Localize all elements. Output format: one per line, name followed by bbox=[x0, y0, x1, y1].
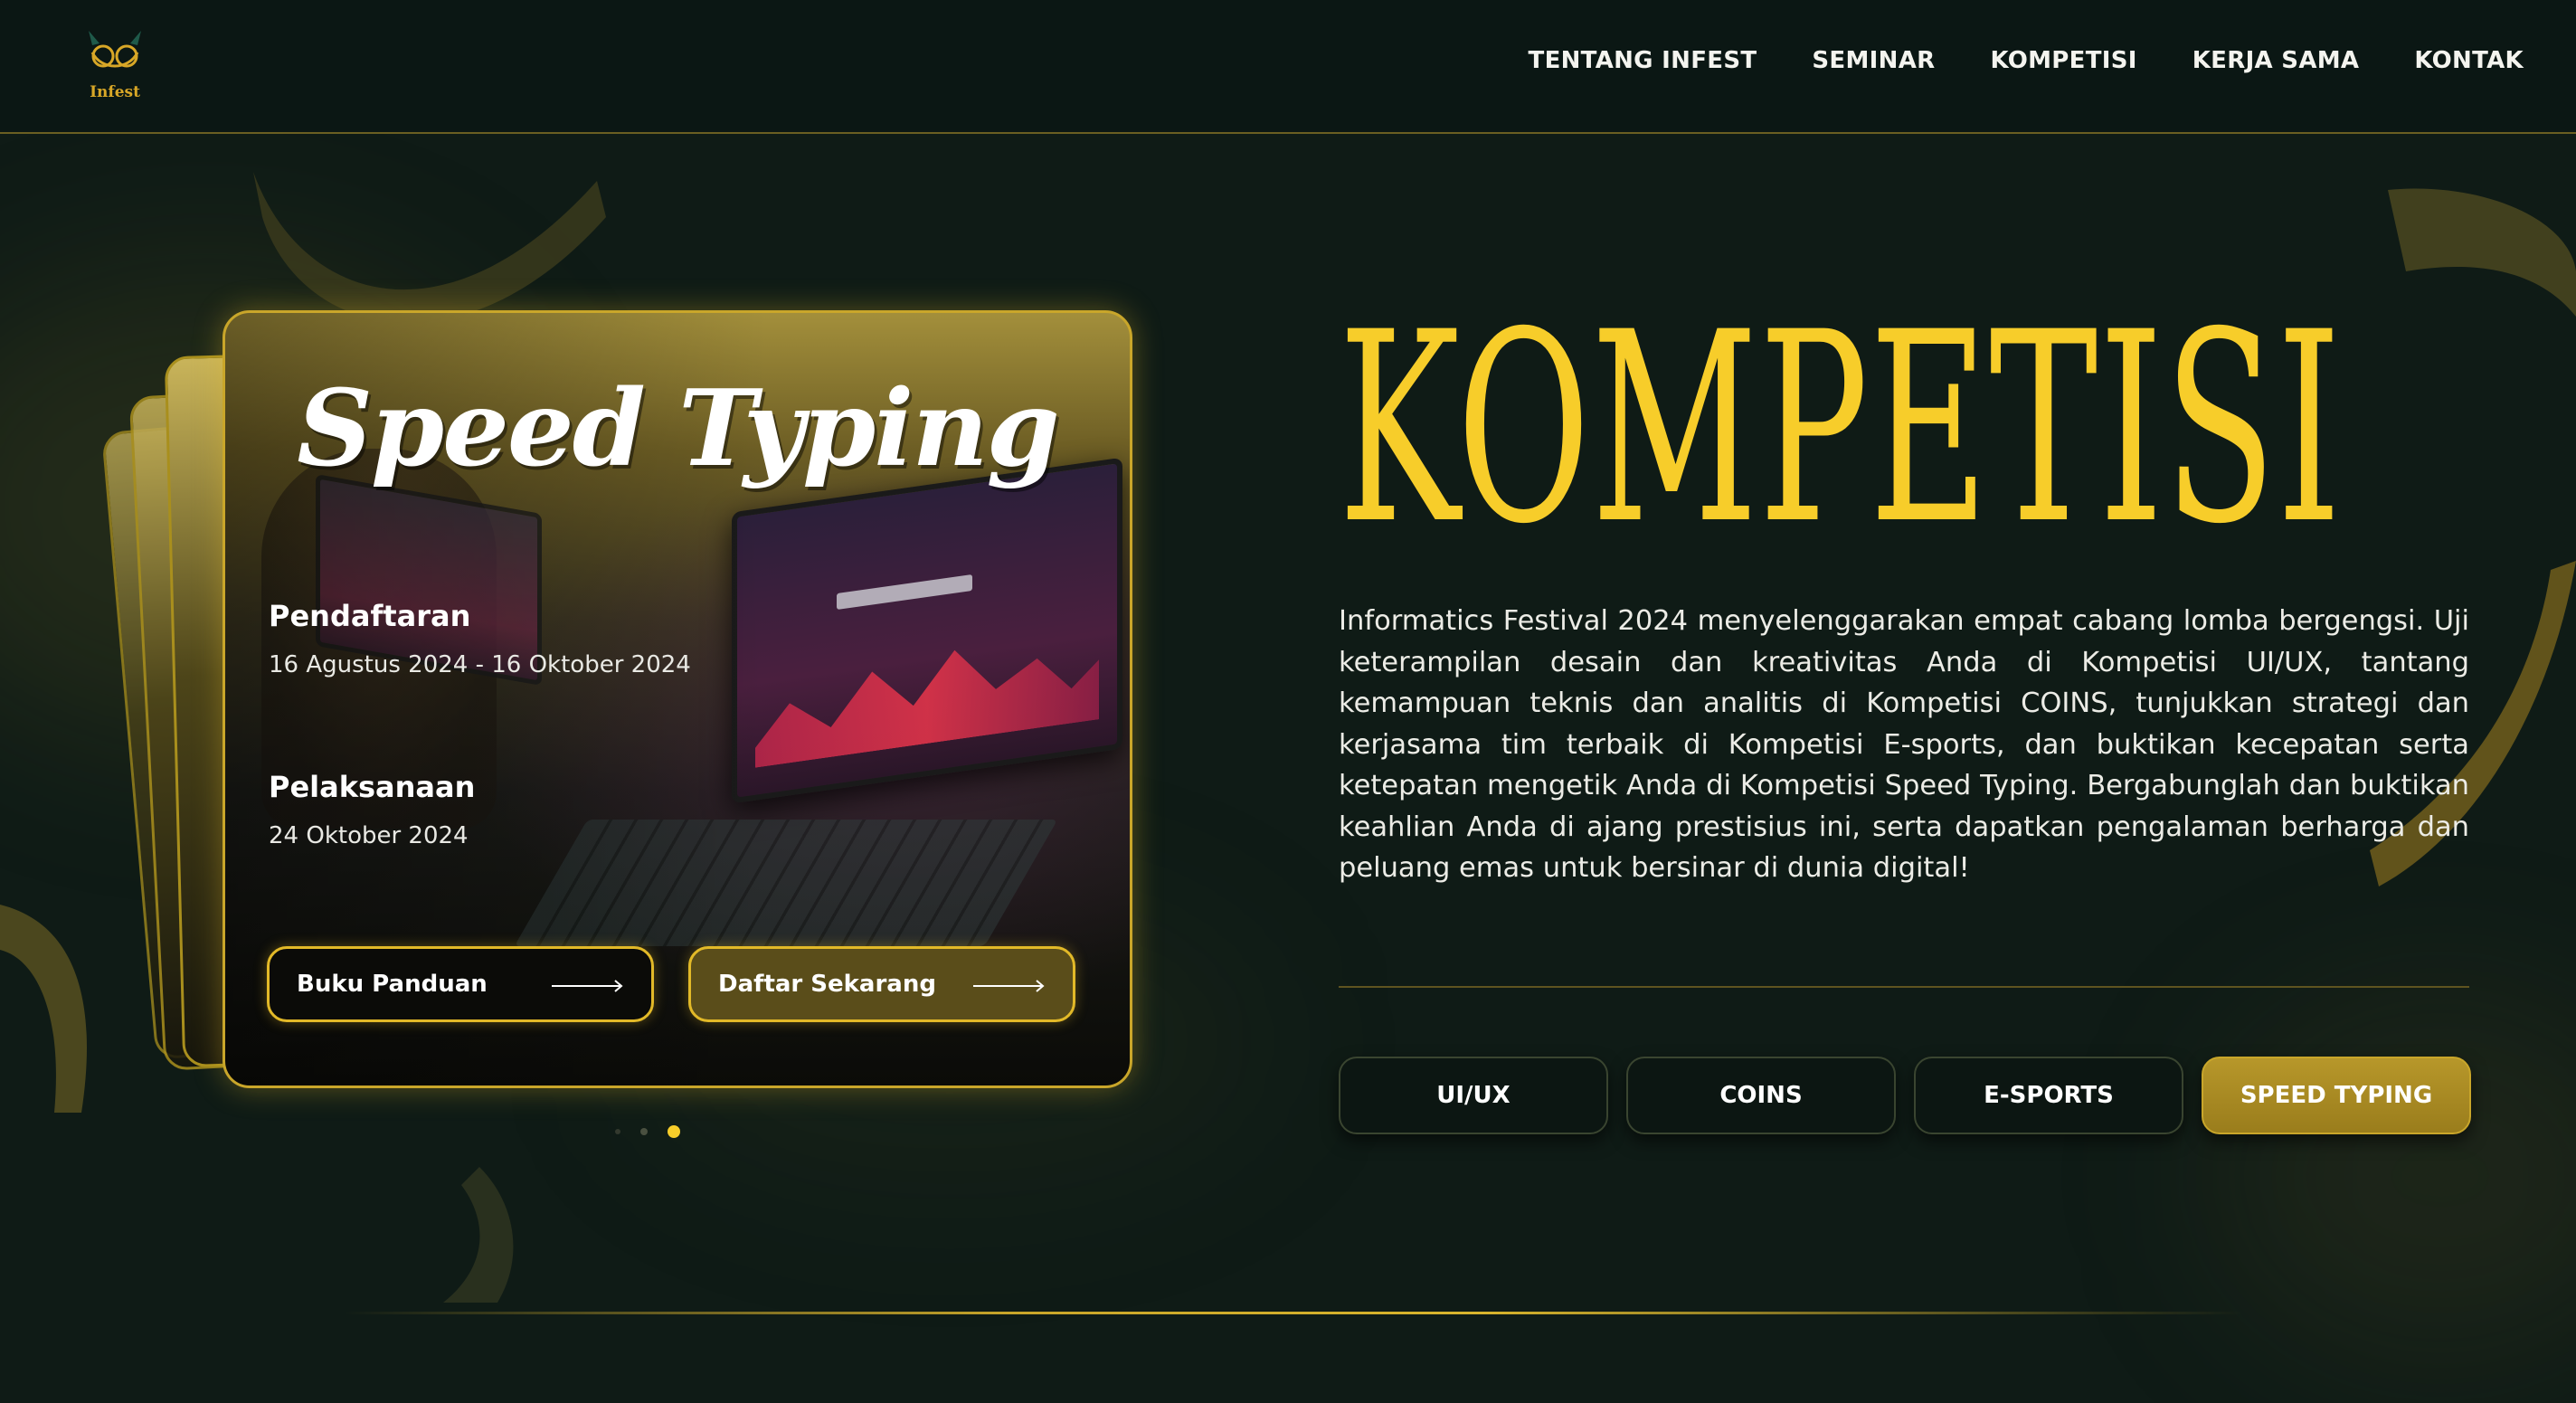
nav-item-seminar[interactable]: SEMINAR bbox=[1812, 47, 1935, 74]
nav-item-kontak[interactable]: KONTAK bbox=[2414, 47, 2524, 74]
execution-label: Pelaksanaan bbox=[269, 770, 476, 804]
section-description: Informatics Festival 2024 menyelenggarak… bbox=[1339, 605, 2469, 884]
arrow-right-icon bbox=[552, 980, 623, 992]
decorative-ribbon bbox=[0, 905, 87, 1113]
logo-wordmark: Infest bbox=[90, 83, 140, 101]
infest-logo[interactable]: Infest bbox=[83, 27, 147, 109]
arrow-right-icon bbox=[973, 980, 1045, 992]
register-now-button[interactable]: Daftar Sekarang bbox=[688, 946, 1075, 1022]
competition-card: Speed Typing Pendaftaran 16 Agustus 2024… bbox=[223, 310, 1132, 1088]
nav-item-tentang-infest[interactable]: TENTANG INFEST bbox=[1529, 47, 1757, 74]
footer-divider-line bbox=[344, 1312, 2243, 1314]
card-title: Speed Typing bbox=[297, 367, 1060, 490]
decorative-ribbon bbox=[443, 1167, 514, 1303]
divider bbox=[1339, 986, 2469, 988]
guide-book-button[interactable]: Buku Panduan bbox=[267, 946, 654, 1022]
tab-e-sports[interactable]: E-SPORTS bbox=[1914, 1057, 2183, 1134]
carousel-dot[interactable] bbox=[640, 1128, 648, 1135]
section-heading: KOMPETISI bbox=[1339, 277, 2343, 582]
execution-date: 24 Oktober 2024 bbox=[269, 822, 469, 849]
guide-book-label: Buku Panduan bbox=[297, 971, 488, 998]
carousel-dot[interactable] bbox=[615, 1129, 620, 1134]
tab-speed-typing[interactable]: SPEED TYPING bbox=[2202, 1057, 2471, 1134]
carousel-indicator bbox=[615, 1125, 680, 1138]
registration-dates: 16 Agustus 2024 - 16 Oktober 2024 bbox=[269, 651, 691, 678]
registration-label: Pendaftaran bbox=[269, 599, 471, 633]
competition-tabs: UI/UX COINS E-SPORTS SPEED TYPING bbox=[1339, 1057, 2471, 1134]
nav-item-kompetisi[interactable]: KOMPETISI bbox=[1990, 47, 2136, 74]
background-glow bbox=[2214, 995, 2576, 1357]
main-navigation: TENTANG INFEST SEMINAR KOMPETISI KERJA S… bbox=[1529, 47, 2524, 74]
tab-ui-ux[interactable]: UI/UX bbox=[1339, 1057, 1608, 1134]
tab-coins[interactable]: COINS bbox=[1626, 1057, 1896, 1134]
carousel-dot[interactable] bbox=[668, 1125, 680, 1138]
register-now-label: Daftar Sekarang bbox=[718, 971, 936, 998]
top-navigation-bar: Infest TENTANG INFEST SEMINAR KOMPETISI … bbox=[0, 0, 2576, 134]
owl-logo-icon bbox=[89, 31, 141, 68]
nav-item-kerja-sama[interactable]: KERJA SAMA bbox=[2192, 47, 2360, 74]
